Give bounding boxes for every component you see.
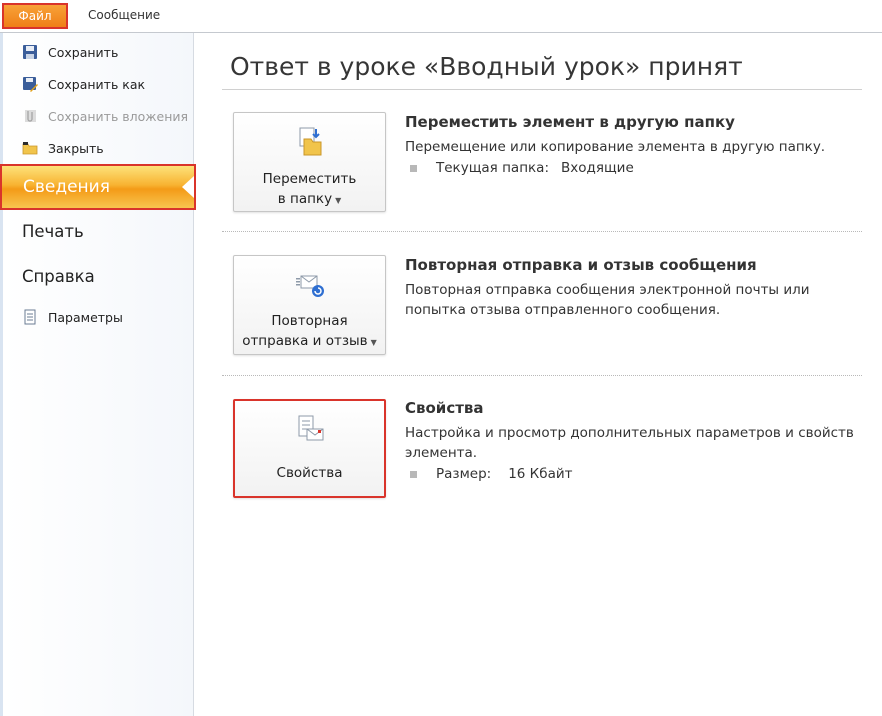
tab-message[interactable]: Сообщение bbox=[88, 8, 160, 22]
bullet-icon bbox=[410, 164, 417, 172]
current-folder-label: Текущая папка: bbox=[436, 160, 549, 176]
resend-description: Повторная отправка сообщения электронной… bbox=[405, 282, 810, 318]
save-as-icon bbox=[22, 76, 38, 92]
close-label: Закрыть bbox=[48, 140, 104, 156]
properties-button[interactable]: Свойства bbox=[233, 399, 386, 498]
move-description: Перемещение или копирование элемента в д… bbox=[405, 139, 826, 155]
move-folder-icon bbox=[294, 125, 326, 157]
title-divider bbox=[222, 89, 862, 90]
options-label: Параметры bbox=[48, 309, 123, 325]
tab-info[interactable]: Сведения bbox=[0, 164, 196, 210]
save-attachments-label: Сохранить вложения bbox=[48, 108, 189, 124]
options-document-icon bbox=[22, 309, 38, 325]
move-button-line2-wrap: в папку ▼ bbox=[234, 189, 385, 211]
properties-description: Настройка и просмотр дополнительных пара… bbox=[405, 425, 854, 461]
tab-print[interactable]: Печать bbox=[22, 222, 84, 241]
save-as-label: Сохранить как bbox=[48, 76, 146, 92]
paperclip-icon bbox=[22, 108, 38, 124]
dropdown-caret-icon: ▼ bbox=[335, 196, 342, 205]
move-button-line1: Переместить bbox=[262, 171, 357, 187]
properties-heading: Свойства bbox=[405, 399, 484, 417]
info-tab-label: Сведения bbox=[23, 177, 110, 197]
move-heading: Переместить элемент в другую папку bbox=[405, 113, 735, 131]
close-command[interactable]: Закрыть bbox=[22, 138, 104, 158]
folder-close-icon bbox=[22, 140, 38, 156]
save-as-command[interactable]: Сохранить как bbox=[22, 74, 145, 94]
save-attachments-command[interactable]: Сохранить вложения bbox=[22, 106, 188, 126]
current-folder-property: Текущая папка: Входящие bbox=[410, 160, 634, 176]
size-value: 16 Кбайт bbox=[508, 466, 573, 482]
save-label: Сохранить bbox=[48, 44, 119, 60]
properties-icon bbox=[295, 413, 327, 445]
tab-file[interactable]: Файл bbox=[2, 3, 68, 29]
options-command[interactable]: Параметры bbox=[22, 307, 123, 327]
resend-button-line1: Повторная bbox=[271, 313, 348, 329]
ribbon-tab-bar: Файл Сообщение bbox=[0, 0, 882, 33]
resend-button-line2: отправка и отзыв bbox=[242, 333, 368, 349]
floppy-disk-icon bbox=[22, 44, 38, 60]
backstage-nav bbox=[0, 33, 194, 716]
resend-recall-button[interactable]: Повторная отправка и отзыв ▼ bbox=[233, 255, 386, 355]
tab-help[interactable]: Справка bbox=[22, 267, 95, 286]
move-button-line2: в папку bbox=[277, 191, 333, 207]
size-property: Размер: 16 Кбайт bbox=[410, 466, 573, 482]
selected-pointer-icon bbox=[182, 176, 194, 198]
bullet-icon bbox=[410, 470, 417, 478]
properties-button-label: Свойства bbox=[276, 465, 343, 481]
save-command[interactable]: Сохранить bbox=[22, 42, 118, 62]
size-label: Размер: bbox=[436, 466, 492, 482]
dropdown-caret-icon: ▼ bbox=[370, 338, 377, 347]
resend-message-icon bbox=[294, 268, 326, 300]
section-divider bbox=[222, 231, 862, 232]
resend-heading: Повторная отправка и отзыв сообщения bbox=[405, 256, 757, 274]
resend-button-line2-wrap: отправка и отзыв ▼ bbox=[234, 331, 385, 353]
page-title: Ответ в уроке «Вводный урок» принят bbox=[230, 52, 743, 81]
current-folder-value: Входящие bbox=[561, 160, 634, 176]
move-to-folder-button[interactable]: Переместить в папку ▼ bbox=[233, 112, 386, 212]
section-divider bbox=[222, 375, 862, 376]
